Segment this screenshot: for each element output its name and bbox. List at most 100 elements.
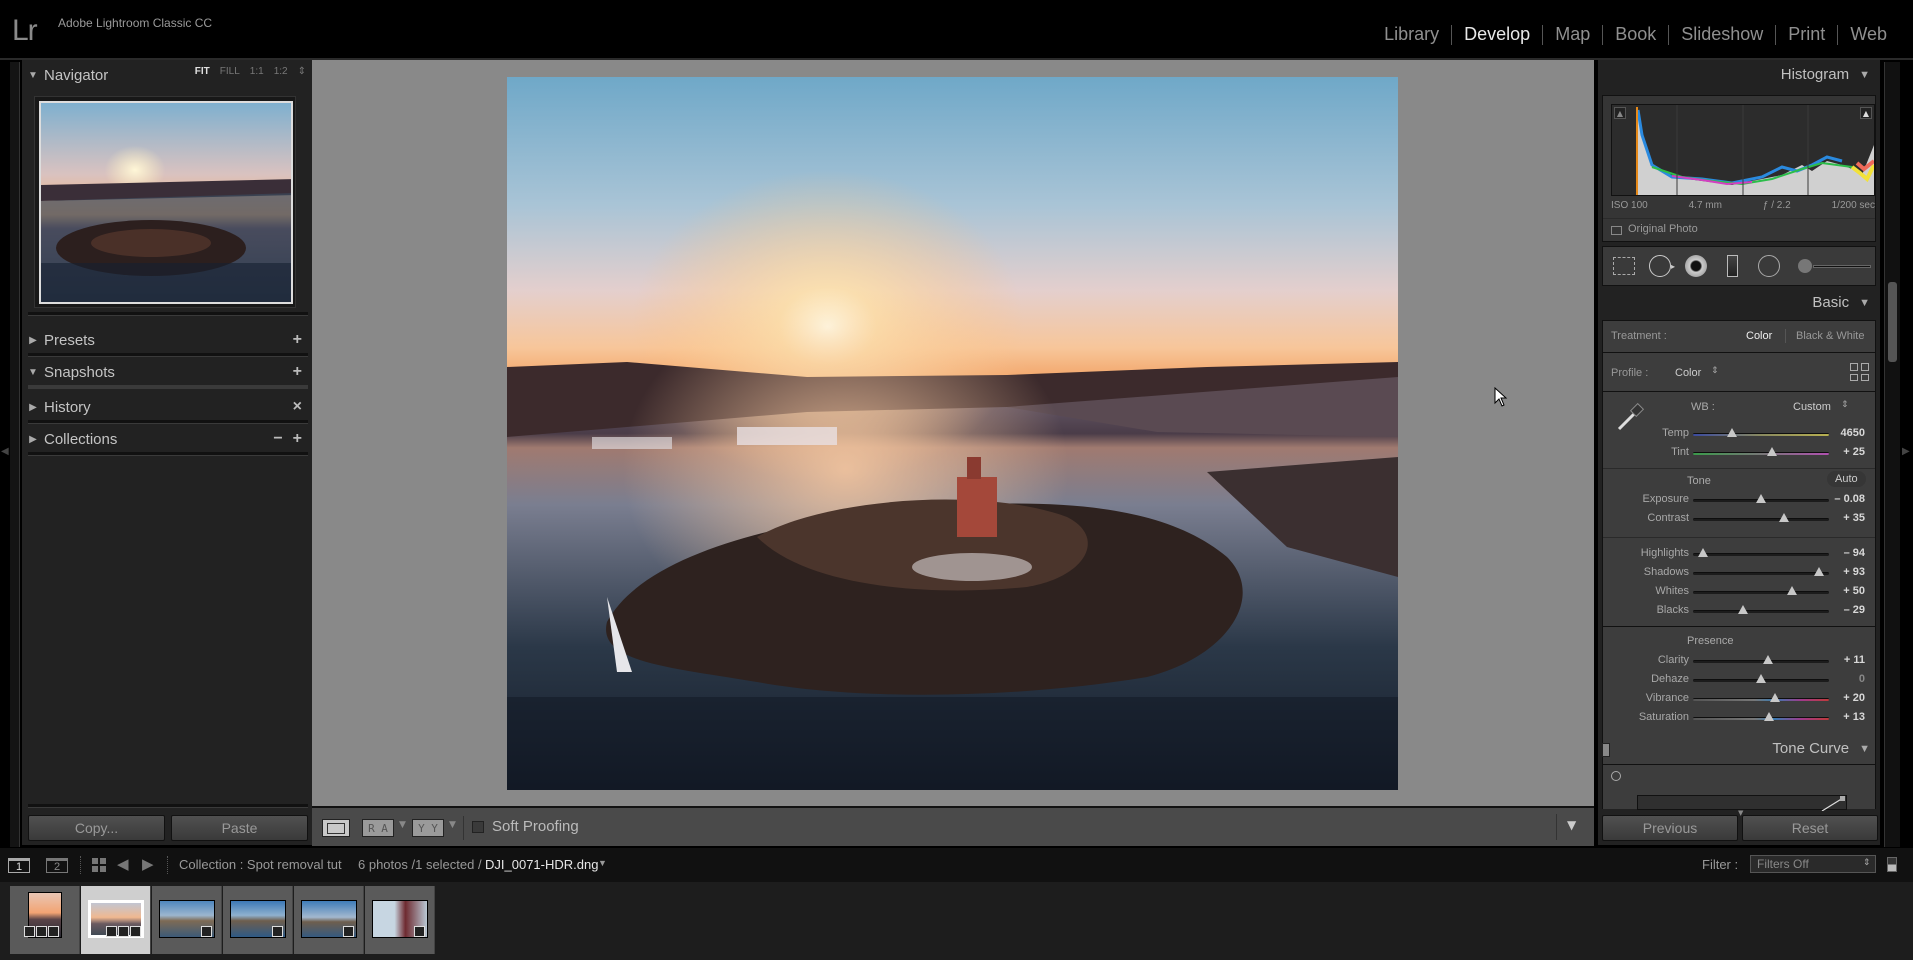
red-eye-icon[interactable] <box>1685 255 1707 277</box>
histogram-header[interactable]: Histogram ▼ <box>1781 66 1870 83</box>
slider-thumb[interactable] <box>1814 567 1825 576</box>
filename-dropdown-icon[interactable]: ▼ <box>598 858 607 868</box>
slider-track[interactable] <box>1693 553 1829 556</box>
slider-value[interactable]: – 94 <box>1844 547 1865 559</box>
highlight-clipping-icon[interactable]: ▲ <box>1860 107 1872 119</box>
slider-thumb[interactable] <box>1762 655 1773 664</box>
slider-thumb[interactable] <box>1779 513 1790 522</box>
module-book[interactable]: Book <box>1603 24 1668 45</box>
slider-blacks[interactable]: Blacks – 29 <box>1603 602 1877 620</box>
slider-exposure[interactable]: Exposure – 0.08 <box>1603 491 1877 509</box>
slider-thumb[interactable] <box>1738 605 1749 614</box>
develop-adjusted-badge-icon[interactable] <box>272 926 283 937</box>
collections-header[interactable]: ▶ Collections − + <box>22 424 312 454</box>
module-print[interactable]: Print <box>1776 24 1837 45</box>
left-panel-grip[interactable] <box>10 62 20 847</box>
main-photo[interactable] <box>507 77 1398 790</box>
slider-thumb[interactable] <box>1787 586 1798 595</box>
module-library[interactable]: Library <box>1372 24 1451 45</box>
slider-thumb[interactable] <box>1697 548 1708 557</box>
copy-button[interactable]: Copy... <box>28 815 165 841</box>
slider-thumb[interactable] <box>1727 428 1738 437</box>
paste-button[interactable]: Paste <box>171 815 308 841</box>
filmstrip-cell[interactable] <box>223 886 293 954</box>
module-develop[interactable]: Develop <box>1452 24 1542 45</box>
right-panel-toggle-icon[interactable]: ▶ <box>1902 446 1910 457</box>
slider-thumb[interactable] <box>1764 712 1775 721</box>
slider-track[interactable] <box>1693 717 1829 720</box>
add-snapshot-icon[interactable]: + <box>293 363 302 381</box>
slider-value[interactable]: 0 <box>1859 673 1865 685</box>
filter-select[interactable]: Filters Off <box>1750 855 1876 873</box>
auto-tone-button[interactable]: Auto <box>1827 471 1866 487</box>
filmstrip-cell[interactable] <box>365 886 435 954</box>
filmstrip-cell[interactable] <box>81 886 151 954</box>
secondary-window-button[interactable]: 2 <box>46 858 68 873</box>
filmstrip-cell[interactable] <box>10 886 80 954</box>
wb-select[interactable]: Custom <box>1793 401 1831 413</box>
slider-value[interactable]: – 0.08 <box>1834 493 1865 505</box>
slider-whites[interactable]: Whites + 50 <box>1603 583 1877 601</box>
filmstrip-cell[interactable] <box>152 886 222 954</box>
slider-track[interactable] <box>1693 591 1829 594</box>
reference-view-button[interactable]: R A <box>362 819 394 837</box>
develop-adjusted-badge-icon[interactable] <box>130 926 141 937</box>
previous-button[interactable]: Previous <box>1602 815 1738 841</box>
zoom-fill[interactable]: FILL <box>220 66 240 77</box>
soft-proofing-checkbox[interactable] <box>472 821 484 833</box>
slider-saturation[interactable]: Saturation + 13 <box>1603 709 1877 727</box>
slider-value[interactable]: + 50 <box>1843 585 1865 597</box>
dropdown-arrow-icon[interactable]: ▼ <box>399 820 406 830</box>
add-preset-icon[interactable]: + <box>293 331 302 349</box>
slider-value[interactable]: + 20 <box>1843 692 1865 704</box>
tone-curve-graph[interactable] <box>1637 795 1847 812</box>
slider-contrast[interactable]: Contrast + 35 <box>1603 510 1877 528</box>
slider-thumb[interactable] <box>1766 447 1777 456</box>
crop-tool-icon[interactable] <box>1613 257 1635 275</box>
filmstrip-cell[interactable] <box>294 886 364 954</box>
collection-source[interactable]: Collection : Spot removal tut <box>179 857 342 872</box>
develop-adjusted-badge-icon[interactable] <box>343 926 354 937</box>
module-map[interactable]: Map <box>1543 24 1602 45</box>
zoom-1-1[interactable]: 1:1 <box>250 66 264 77</box>
spot-removal-icon[interactable] <box>1649 255 1671 277</box>
history-header[interactable]: ▶ History × <box>22 392 312 422</box>
selected-filename[interactable]: DJI_0071-HDR.dng <box>485 857 598 872</box>
slider-track[interactable] <box>1693 660 1829 663</box>
profile-browser-icon[interactable] <box>1850 363 1870 381</box>
toolbar-content-menu-icon[interactable]: ▼ <box>1567 818 1576 832</box>
slider-track[interactable] <box>1693 698 1829 701</box>
zoom-1-2[interactable]: 1:2 <box>274 66 288 77</box>
panel-toggle-switch[interactable] <box>1602 743 1610 757</box>
slider-value[interactable]: + 11 <box>1844 654 1865 666</box>
radial-filter-icon[interactable] <box>1758 255 1780 277</box>
treatment-color[interactable]: Color <box>1746 330 1772 342</box>
slider-clarity[interactable]: Clarity + 11 <box>1603 652 1877 670</box>
brush-slider-track[interactable] <box>1813 265 1871 268</box>
right-panel-scrollbar[interactable] <box>1884 62 1900 847</box>
slider-value[interactable]: + 25 <box>1843 446 1865 458</box>
slider-track[interactable] <box>1693 572 1829 575</box>
slider-thumb[interactable] <box>1769 693 1780 702</box>
slider-value[interactable]: + 93 <box>1843 566 1865 578</box>
develop-adjusted-badge-icon[interactable] <box>201 926 212 937</box>
basic-header[interactable]: Basic ▼ <box>1812 294 1870 311</box>
develop-adjusted-badge-icon[interactable] <box>414 926 425 937</box>
module-web[interactable]: Web <box>1838 24 1899 45</box>
graduated-filter-icon[interactable] <box>1727 255 1738 277</box>
targeted-adjustment-icon[interactable] <box>1611 771 1621 781</box>
before-after-button[interactable]: Y Y <box>412 819 444 837</box>
reset-button[interactable]: Reset <box>1742 815 1878 841</box>
slider-dehaze[interactable]: Dehaze 0 <box>1603 671 1877 689</box>
slider-value[interactable]: 4650 <box>1841 427 1865 439</box>
original-photo-checkbox[interactable] <box>1611 226 1622 235</box>
develop-adjusted-badge-icon[interactable] <box>48 926 59 937</box>
slider-track[interactable] <box>1693 518 1829 521</box>
slider-track[interactable] <box>1693 610 1829 613</box>
pin-badge-icon[interactable] <box>24 926 35 937</box>
treatment-black-white[interactable]: Black & White <box>1796 330 1864 342</box>
scrollbar-thumb[interactable] <box>1888 282 1897 362</box>
slider-thumb[interactable] <box>1756 674 1766 683</box>
slider-value[interactable]: + 35 <box>1843 512 1865 524</box>
crop-badge-icon[interactable] <box>118 926 129 937</box>
